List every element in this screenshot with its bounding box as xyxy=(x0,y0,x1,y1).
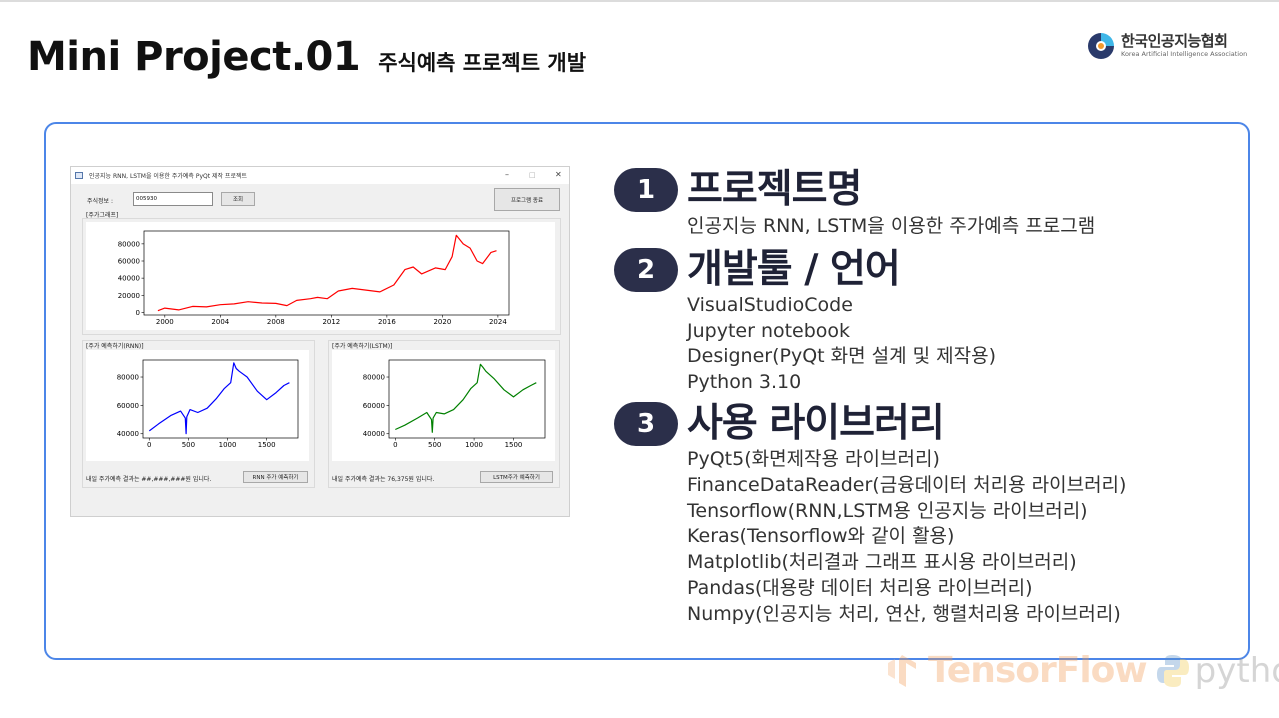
list-item: Pandas(대용량 데이터 처리용 라이브러리) xyxy=(687,576,1033,599)
x-tick-label: 0 xyxy=(393,441,397,449)
python-icon xyxy=(1156,654,1189,687)
list-item: Jupyter notebook xyxy=(687,319,851,342)
y-tick-label: 40000 xyxy=(118,275,140,283)
series-line xyxy=(148,362,290,435)
section-number-badge: 3 xyxy=(614,401,678,446)
list-item: Matplotlib(처리결과 그래프 표시용 라이브러리) xyxy=(687,551,1077,574)
close-icon[interactable]: ✕ xyxy=(555,170,562,180)
lstm-result-text: 내일 주가예측 결과는 76,375원 입니다. xyxy=(332,476,435,483)
y-tick-label: 80000 xyxy=(118,240,140,248)
list-item: VisualStudioCode xyxy=(687,293,853,316)
stock-code-input[interactable]: 005930 xyxy=(133,192,213,206)
section-number-badge: 1 xyxy=(614,168,678,212)
x-tick-label: 0 xyxy=(147,441,151,449)
window-title: 인공지능 RNN, LSTM을 이용한 주가예측 PyQt 제작 프로젝트 xyxy=(89,173,248,180)
logo-name-en: Korea Artificial Intelligence Associatio… xyxy=(1121,50,1248,58)
y-tick-label: 40000 xyxy=(363,430,385,438)
app-window-screenshot: 인공지능 RNN, LSTM을 이용한 주가예측 PyQt 제작 프로젝트 – … xyxy=(70,166,570,517)
rnn-predict-button[interactable]: RNN 주가 예측하기 xyxy=(243,471,308,483)
y-tick-label: 60000 xyxy=(363,402,385,410)
series-line xyxy=(157,234,497,312)
rnn-plot-area: 0 500 1000 1500 40000 60000 80000 xyxy=(86,350,309,461)
stock-label: 주식정보 : xyxy=(87,198,114,205)
list-item: Numpy(인공지능 처리, 연산, 행렬처리용 라이브러리) xyxy=(687,602,1121,625)
plot-frame xyxy=(142,359,299,439)
x-tick-label: 2008 xyxy=(267,318,285,326)
page-subtitle: 주식예측 프로젝트 개발 xyxy=(378,51,587,75)
section-libraries: 3 사용 라이브러리 xyxy=(614,400,1126,446)
lstm-chart: 0 500 1000 1500 40000 60000 80000 xyxy=(363,359,546,449)
x-tick-label: 2020 xyxy=(433,318,451,326)
tensorflow-icon xyxy=(888,654,916,687)
plot-frame xyxy=(388,359,546,439)
top-divider xyxy=(0,0,1279,2)
lstm-predict-button[interactable]: LSTM주가 예측하기 xyxy=(480,471,553,483)
list-item: Tensorflow(RNN,LSTM용 인공지능 라이브러리) xyxy=(687,499,1088,522)
list-item: PyQt5(화면제작용 라이브러리) xyxy=(687,447,940,470)
tech-watermark: TensorFlow python xyxy=(886,650,1279,691)
window-titlebar: 인공지능 RNN, LSTM을 이용한 주가예측 PyQt 제작 프로젝트 – … xyxy=(71,167,569,184)
x-tick-label: 2024 xyxy=(489,318,507,326)
exit-program-button[interactable]: 프로그램 종료 xyxy=(494,188,560,211)
section-project-name: 1 프로젝트명 xyxy=(614,168,1126,212)
y-tick-label: 20000 xyxy=(118,292,140,300)
x-tick-label: 1500 xyxy=(505,441,523,449)
y-tick-label: 40000 xyxy=(117,430,139,438)
section-project-name-items: 인공지능 RNN, LSTM을 이용한 주가예측 프로그램 xyxy=(614,214,1126,240)
logo-name-ko: 한국인공지능협회 xyxy=(1121,32,1228,50)
page-title: Mini Project.01 주식예측 프로젝트 개발 xyxy=(27,34,586,80)
x-tick-label: 2004 xyxy=(211,318,229,326)
price-chart: 2000 2004 2008 2012 2016 2020 2024 0 20000 40000 6… xyxy=(118,230,510,326)
minimize-icon[interactable]: – xyxy=(505,170,509,180)
x-tick-label: 1000 xyxy=(219,441,237,449)
page-title-main: Mini Project.01 xyxy=(27,34,361,80)
series-line xyxy=(395,363,537,433)
list-item: Designer(PyQt 화면 설계 및 제작용) xyxy=(687,345,997,368)
app-icon xyxy=(75,172,83,179)
x-tick-label: 500 xyxy=(428,441,441,449)
x-tick-label: 1500 xyxy=(258,441,276,449)
y-tick-label: 80000 xyxy=(117,374,139,382)
python-wordmark: python xyxy=(1194,650,1279,691)
section-title: 프로젝트명 xyxy=(687,167,862,212)
tensorflow-wordmark: TensorFlow xyxy=(928,650,1148,691)
x-tick-label: 500 xyxy=(182,441,195,449)
y-tick-label: 60000 xyxy=(118,258,140,266)
project-info: 1 프로젝트명 인공지능 RNN, LSTM을 이용한 주가예측 프로그램 2 … xyxy=(614,168,1126,628)
y-tick-label: 80000 xyxy=(363,374,385,382)
x-tick-label: 2000 xyxy=(156,318,174,326)
x-tick-label: 1000 xyxy=(465,441,483,449)
y-tick-label: 0 xyxy=(136,309,140,317)
kaia-logo-icon xyxy=(1088,33,1114,59)
price-plot-area: 2000 2004 2008 2012 2016 2020 2024 0 20000 40000 6… xyxy=(86,222,555,330)
x-tick-label: 2012 xyxy=(322,318,340,326)
y-tick-label: 60000 xyxy=(117,402,139,410)
section-title: 개발툴 / 언어 xyxy=(687,246,901,292)
list-item: 인공지능 RNN, LSTM을 이용한 주가예측 프로그램 xyxy=(687,215,1096,237)
section-dev-tools: 2 개발툴 / 언어 xyxy=(614,246,1126,292)
section-number-badge: 2 xyxy=(614,247,678,292)
section-title: 사용 라이브러리 xyxy=(687,400,945,446)
list-item: Keras(Tensorflow와 같이 활용) xyxy=(687,525,955,548)
rnn-result-text: 내일 주가예측 결과는 ##,###,###원 입니다. xyxy=(86,476,212,483)
list-item: Python 3.10 xyxy=(687,371,802,394)
x-tick-label: 2016 xyxy=(378,318,396,326)
lstm-plot-area: 0 500 1000 1500 40000 60000 80000 xyxy=(332,350,555,461)
section-dev-tools-items: VisualStudioCode Jupyter notebook Design… xyxy=(614,293,1126,396)
kaia-logo: 한국인공지능협회 Korea Artificial Intelligence A… xyxy=(1086,31,1247,61)
rnn-chart: 0 500 1000 1500 40000 60000 80000 xyxy=(117,359,299,449)
search-button[interactable]: 조회 xyxy=(221,192,255,206)
list-item: FinanceDataReader(금융데이터 처리용 라이브러리) xyxy=(687,473,1127,496)
lstm-panel-label: [주가 예측하기(LSTM)] xyxy=(332,343,393,350)
section-libraries-items: PyQt5(화면제작용 라이브러리) FinanceDataReader(금융데… xyxy=(614,447,1126,628)
maximize-icon[interactable]: □ xyxy=(529,170,536,180)
rnn-panel-label: [주가 예측하기(RNN)] xyxy=(86,343,144,350)
